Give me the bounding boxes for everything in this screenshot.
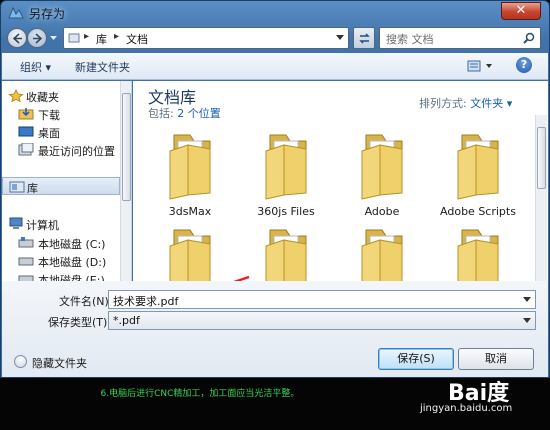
sidebar-item-label: 本地磁盘 (E:)	[38, 274, 105, 281]
folder-item[interactable]	[337, 224, 427, 281]
recent-pages-dropdown-icon[interactable]	[49, 34, 58, 42]
change-view-icon[interactable]	[466, 58, 496, 74]
folder-icon	[265, 134, 307, 200]
new-folder-button[interactable]: 新建文件夹	[75, 59, 130, 75]
sidebar-item-label: 下载	[38, 109, 60, 122]
sidebar-item-label: 计算机	[26, 219, 59, 232]
arrange-by: 排列方式: 文件夹 ▾	[419, 95, 512, 111]
arrange-label: 排列方式:	[419, 97, 471, 110]
sidebar-item-desktop[interactable]: 桌面	[2, 123, 120, 141]
chevron-down-icon[interactable]	[523, 318, 531, 324]
breadcrumb-library[interactable]: 库	[96, 31, 107, 47]
download-folder-icon	[18, 108, 34, 120]
sidebar-item-drive-c[interactable]: 本地磁盘 (C:)	[2, 234, 120, 252]
filetype-select[interactable]: *.pdf	[108, 311, 536, 330]
folder-item[interactable]: 3dsMax	[145, 129, 235, 219]
includes-label: 包括:	[148, 107, 178, 120]
folder-item[interactable]: 360js Files	[241, 129, 331, 219]
title-bar[interactable]: 另存为 ✕	[1, 1, 549, 25]
folder-item[interactable]	[433, 224, 523, 281]
folder-icon	[265, 229, 307, 281]
folder-label: Adobe Scripts	[440, 205, 516, 218]
drive-icon	[18, 237, 34, 248]
filename-value: 技术要求.pdf	[113, 295, 179, 308]
back-button[interactable]	[7, 28, 27, 48]
address-dropdown-icon[interactable]	[336, 35, 344, 41]
chevron-up-icon	[14, 355, 27, 368]
search-input[interactable]: 搜索 文档	[379, 27, 541, 49]
scrollbar-thumb[interactable]	[537, 127, 546, 189]
desktop-icon	[18, 126, 34, 137]
filename-label: 文件名(N):	[59, 295, 113, 308]
sidebar-item-libraries[interactable]: 库	[2, 177, 120, 195]
caption-text: 6.电脑后进行CNC精加工，加工面应当光洁平整。	[100, 389, 300, 399]
folder-item[interactable]: Adobe	[337, 129, 427, 219]
arrange-by-dropdown[interactable]: 文件夹 ▾	[470, 97, 512, 110]
navigation-scrollbar[interactable]	[120, 81, 131, 281]
sidebar-item-label: 最近访问的位置	[38, 145, 115, 158]
includes-locations-link[interactable]: 2 个位置	[177, 107, 221, 120]
drive-icon	[18, 275, 34, 281]
search-icon[interactable]	[523, 32, 535, 44]
sidebar-item-label: 库	[27, 182, 38, 195]
sidebar-item-drive-d[interactable]: 本地磁盘 (D:)	[2, 252, 120, 270]
organize-menu[interactable]: 组织 ▾	[20, 59, 51, 75]
sidebar-item-drive-e[interactable]: 本地磁盘 (E:)	[2, 270, 120, 281]
app-icon	[8, 6, 24, 19]
folder-icon	[361, 134, 403, 200]
save-form: 文件名(N): 技术要求.pdf 保存类型(T): *.pdf 隐藏文件夹 保存…	[2, 281, 548, 377]
filetype-value: *.pdf	[113, 314, 140, 327]
file-list-scrollbar[interactable]	[535, 115, 547, 281]
folder-item[interactable]: Adobe Scripts	[433, 129, 523, 219]
sidebar-item-label: 本地磁盘 (D:)	[38, 256, 107, 269]
save-as-dialog: 另存为 ✕ ▸ 库 ▸ 文档 搜索 文档 组织 ▾ 新建文件夹 ? 收藏夹 下载…	[0, 0, 550, 378]
folder-icon	[361, 229, 403, 281]
search-placeholder: 搜索 文档	[386, 33, 434, 46]
star-icon	[8, 89, 24, 102]
recent-places-icon	[18, 143, 34, 156]
save-button[interactable]: 保存(S)	[378, 348, 454, 370]
forward-arrow-icon	[33, 33, 43, 44]
folder-label: 3dsMax	[168, 205, 212, 218]
scrollbar-thumb[interactable]	[122, 93, 131, 201]
sidebar-item-label: 本地磁盘 (C:)	[38, 238, 106, 251]
back-arrow-icon	[12, 33, 22, 44]
forward-button[interactable]	[27, 28, 47, 48]
crumb-separator-icon: ▸	[84, 31, 90, 42]
chevron-down-icon[interactable]	[523, 297, 531, 303]
folder-label: Adobe	[364, 205, 400, 218]
folder-label: 360js Files	[257, 205, 315, 218]
file-list-pane: 文档库 包括: 2 个位置 排列方式: 文件夹 ▾ 3dsMax 360js Fi…	[133, 81, 548, 281]
folder-icon	[169, 134, 211, 200]
sidebar-item-label: 收藏夹	[26, 91, 59, 104]
filename-field[interactable]: 技术要求.pdf	[108, 290, 536, 309]
sidebar-item-recent-places[interactable]: 最近访问的位置	[2, 141, 120, 159]
sidebar-item-favorites[interactable]: 收藏夹	[2, 87, 120, 105]
help-icon[interactable]: ?	[516, 57, 532, 73]
library-includes: 包括: 2 个位置	[148, 105, 221, 121]
navigation-bar: ▸ 库 ▸ 文档 搜索 文档	[1, 25, 549, 51]
sidebar-item-computer[interactable]: 计算机	[2, 215, 120, 233]
filetype-label: 保存类型(T):	[48, 316, 112, 329]
crumb-separator-icon: ▸	[114, 31, 120, 42]
sidebar-item-downloads[interactable]: 下载	[2, 105, 120, 123]
computer-icon	[9, 217, 23, 229]
watermark-url: jingyan.baidu.com	[420, 403, 513, 414]
cancel-button[interactable]: 取消	[458, 348, 534, 370]
address-bar[interactable]: ▸ 库 ▸ 文档	[63, 27, 349, 49]
folder-icon	[457, 134, 499, 200]
refresh-icon	[359, 33, 370, 44]
breadcrumb-documents[interactable]: 文档	[126, 31, 148, 47]
command-toolbar: 组织 ▾ 新建文件夹 ?	[2, 53, 548, 80]
folder-icon	[457, 229, 499, 281]
navigation-pane: 收藏夹 下载 桌面 最近访问的位置 库 计算机 本地磁盘 (C:) 本地磁盘 (…	[2, 81, 132, 281]
drive-icon	[18, 257, 34, 266]
refresh-button[interactable]	[353, 27, 375, 49]
library-path-icon	[68, 33, 80, 43]
hide-folders-label: 隐藏文件夹	[32, 357, 87, 370]
window-title: 另存为	[29, 7, 66, 21]
sidebar-item-label: 桌面	[38, 127, 60, 140]
close-button[interactable]: ✕	[501, 2, 541, 20]
library-icon	[9, 181, 25, 193]
